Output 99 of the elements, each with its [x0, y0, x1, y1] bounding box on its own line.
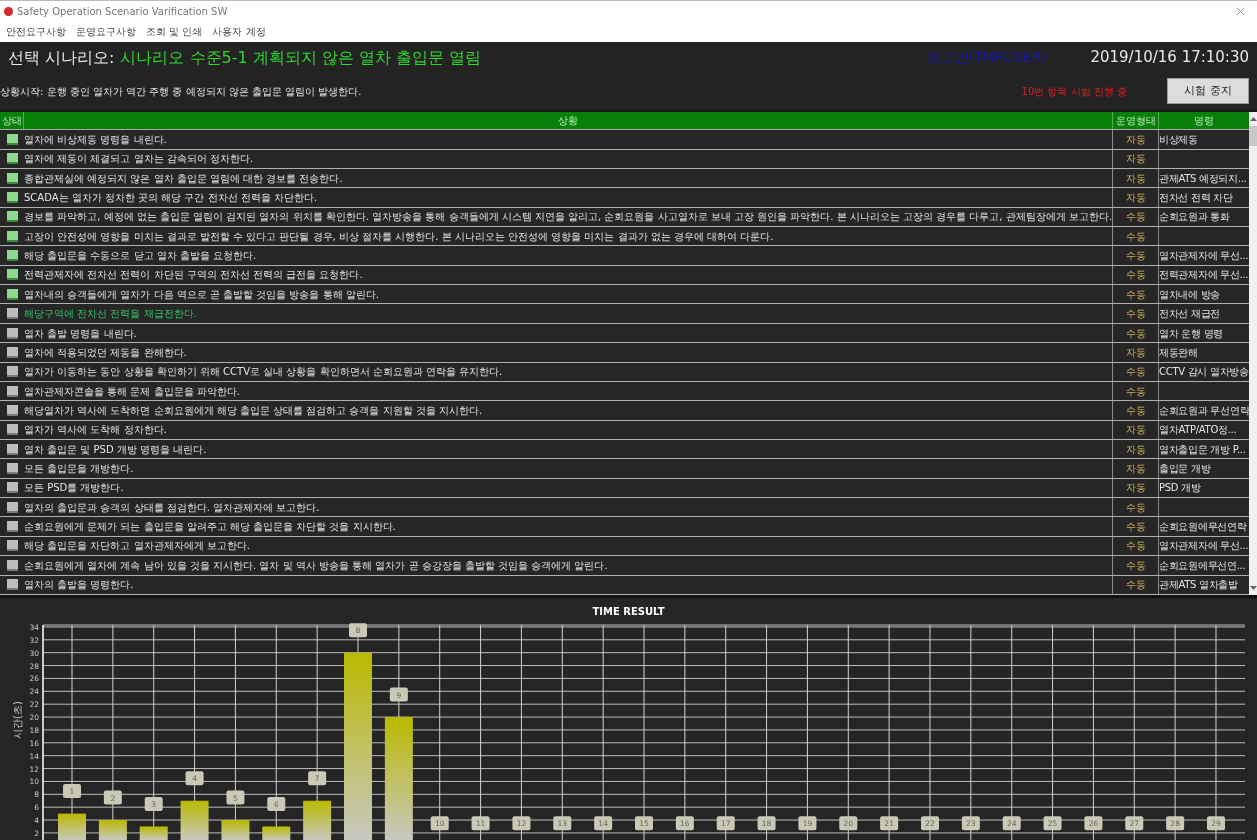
scenario-name: 시나리오 수준5-1 계획되지 않은 열차 출입문 열림: [120, 46, 482, 69]
command-text: 출입문 개방: [1159, 462, 1211, 477]
situation-text: 열차에 비상제동 명령을 내린다.: [24, 132, 167, 147]
column-header: 상황: [558, 114, 579, 129]
bar: [58, 813, 86, 840]
situation-text: SCADA는 열차가 정차한 곳의 해당 구간 전차선 전력을 차단한다.: [24, 191, 318, 205]
mode-text: 수동: [1125, 326, 1146, 341]
mode-text: 자동: [1125, 171, 1146, 186]
mode-text: 자동: [1125, 191, 1146, 205]
mode-text: 수동: [1125, 403, 1146, 418]
chart-title: TIME RESULT: [592, 606, 665, 617]
close-icon[interactable]: [1236, 6, 1245, 16]
menu-item[interactable]: 운영요구사항: [76, 24, 136, 40]
command-text: 제동완해: [1159, 345, 1198, 360]
mode-text: 수동: [1125, 249, 1146, 264]
situation-text: 해당구역에 전차선 전력을 재급전한다.: [24, 307, 197, 322]
menu-item[interactable]: 안전요구사항: [6, 24, 66, 40]
command-text: CCTV 감시 열차방송: [1159, 365, 1249, 380]
command-text: 관제ATS 열차출발: [1159, 578, 1238, 593]
situation-text: 열차의 출입문과 승객의 상태를 점검한다. 열차관제자에 보고한다.: [24, 500, 320, 515]
mode-text: 자동: [1125, 423, 1146, 438]
command-text: 열차 운행 명령: [1159, 326, 1224, 341]
command-text: 열차관제자에 무선...: [1159, 539, 1249, 554]
scrollbar[interactable]: [1249, 112, 1257, 595]
command-text: 순회요원에무선연...: [1159, 558, 1246, 573]
mode-text: 수동: [1125, 307, 1146, 322]
situation-text: 열차내의 승객들에게 열차가 다음 역으로 곧 출발할 것임을 방송을 통해 알린다.: [24, 287, 379, 302]
column-header: 명령: [1194, 114, 1215, 129]
column-header: 상태: [1, 114, 22, 129]
situation-text: 열차의 출발을 명령한다.: [24, 578, 134, 593]
column-header: 운영형태: [1115, 114, 1156, 129]
command-text: 열차내에 방송: [1159, 287, 1221, 302]
mode-text: 자동: [1125, 132, 1146, 147]
mode-text: 수동: [1125, 210, 1146, 225]
situation-text: 전력관제자에 전차선 전력이 차단된 구역의 전차선 전력의 급전을 요청한다.: [24, 268, 363, 283]
scroll-up-icon[interactable]: [1250, 117, 1257, 122]
mode-text: 수동: [1125, 520, 1146, 535]
situation-text: 열차가 역사에 도착해 정차한다.: [24, 423, 167, 438]
situation-text: 열차 출입문 및 PSD 개방 명령을 내린다.: [24, 442, 207, 457]
situation-text: 모든 PSD를 개방한다.: [24, 481, 124, 496]
window-title: Safety Operation Scenario Varification SW: [17, 4, 228, 19]
situation-text: 순회요원에게 문제가 되는 출입문을 알려주고 해당 출입문을 차단할 것을 지시한다.: [24, 520, 396, 535]
command-text: 전력관제자에 무선...: [1159, 268, 1249, 283]
mode-text: 자동: [1125, 152, 1146, 167]
situation-text: 해당 출입문을 수동으로 닫고 열차 출발을 요청한다.: [24, 249, 257, 264]
bar: [180, 800, 209, 840]
scroll-down-icon[interactable]: [1250, 586, 1257, 590]
command-text: 열차출입문 개방 P...: [1159, 442, 1246, 457]
y-axis-label: 시간(초): [12, 701, 23, 739]
mode-text: 수동: [1125, 287, 1146, 302]
mode-text: 자동: [1125, 442, 1146, 457]
command-text: 순회요원과 통화: [1159, 210, 1230, 225]
menu-item[interactable]: 조회 및 인쇄: [146, 24, 203, 40]
mode-text: 수동: [1125, 500, 1146, 515]
scenario-description: 상황시작: 운행 중인 열차가 역간 주행 중 예정되지 않은 출입문 열림이 발생한다.: [0, 85, 362, 99]
mode-text: 수동: [1125, 229, 1146, 244]
situation-text: 종합관제실에 예정되지 않은 열차 출입문 열림에 대한 경보를 전송한다.: [24, 171, 343, 186]
situation-text: 경보를 파악하고, 예정에 없는 출입문 열림이 검지된 열차의 위치를 확인한다. 열차방송을 통해 승객들에게 시스템 지연을 알리고, 순회요원을 사고열차로 보내 고장 원인을 파악한다. 본 시나리오는 고장의 경우를 다루고, 관제팀장에게 보고한다.: [24, 210, 1113, 225]
bar: [262, 826, 291, 840]
command-text: 전차선 전력 차단: [1159, 191, 1233, 205]
command-text: 전차선 재급전: [1159, 307, 1221, 322]
bar: [139, 826, 168, 840]
situation-text: 열차 출발 명령을 내린다.: [24, 326, 137, 341]
login-status: 로그인(TMPUSER): [926, 48, 1047, 68]
stop-test-button[interactable]: 시험 중지: [1167, 78, 1249, 105]
mode-text: 수동: [1125, 365, 1146, 380]
bar: [303, 800, 332, 840]
app-logo-icon: [4, 6, 13, 16]
command-text: 순회요원에무선연락: [1159, 520, 1247, 535]
situation-text: 열차가 이동하는 동안 상황을 확인하기 위해 CCTV로 실내 상황을 확인하면서 순회요원과 연락을 유지한다.: [24, 365, 503, 380]
command-text: 열차관제자에 무선...: [1159, 249, 1249, 264]
situation-text: 열차관제자콘솔을 통해 문제 출입문을 파악한다.: [24, 384, 240, 399]
command-text: 비상제동: [1159, 132, 1198, 147]
command-text: 순회요원과 무선연락: [1159, 403, 1250, 418]
mode-text: 수동: [1125, 578, 1146, 593]
situation-text: 해당 출입문을 차단하고 열차관제자에게 보고한다.: [24, 539, 250, 554]
mode-text: 수동: [1125, 558, 1146, 573]
situation-text: 모든 출입문을 개방한다.: [24, 462, 134, 477]
progress-status: 10번 항목 시험 진행 중: [1021, 85, 1127, 99]
situation-text: 열차에 제동이 체결되고 열차는 감속되어 정차한다.: [24, 152, 254, 167]
command-text: 관제ATS 예정되지...: [1159, 171, 1247, 186]
bar: [221, 820, 250, 840]
situation-text: 순회요원에게 열차에 계속 남아 있을 것을 지시한다. 열차 및 역사 방송을 통해 열차가 곧 승강장을 출발할 것임을 승객에게 알린다.: [24, 558, 608, 573]
date-time: 2019/10/16 17:10:30: [1090, 47, 1249, 69]
mode-text: 자동: [1125, 462, 1146, 477]
situation-text: 열차에 적용되었던 제동을 완해한다.: [24, 345, 187, 360]
menu-item[interactable]: 사용자 계정: [212, 24, 266, 40]
situation-text: 고장이 안전성에 영향을 미치는 결과로 발전할 수 있다고 판단될 경우, 비상 절차를 시행한다. 본 시나리오는 안전성에 영향을 미치는 결과가 없는 경우에 대하여 다룬다.: [24, 229, 774, 244]
mode-text: 수동: [1125, 384, 1146, 399]
command-text: 열차ATP/ATO정...: [1159, 423, 1237, 438]
situation-text: 해당열차가 역사에 도착하면 순회요원에게 해당 출입문 상태를 점검하고 승객을 지원할 것을 지시한다.: [24, 403, 483, 418]
mode-text: 수동: [1125, 268, 1146, 283]
mode-text: 수동: [1125, 539, 1146, 554]
command-text: PSD 개방: [1159, 481, 1201, 496]
scrollbar-thumb[interactable]: [1249, 126, 1257, 147]
bar: [98, 820, 127, 840]
scenario-label: 선택 시나리오:: [8, 46, 115, 69]
mode-text: 자동: [1125, 481, 1146, 496]
mode-text: 자동: [1125, 345, 1146, 360]
